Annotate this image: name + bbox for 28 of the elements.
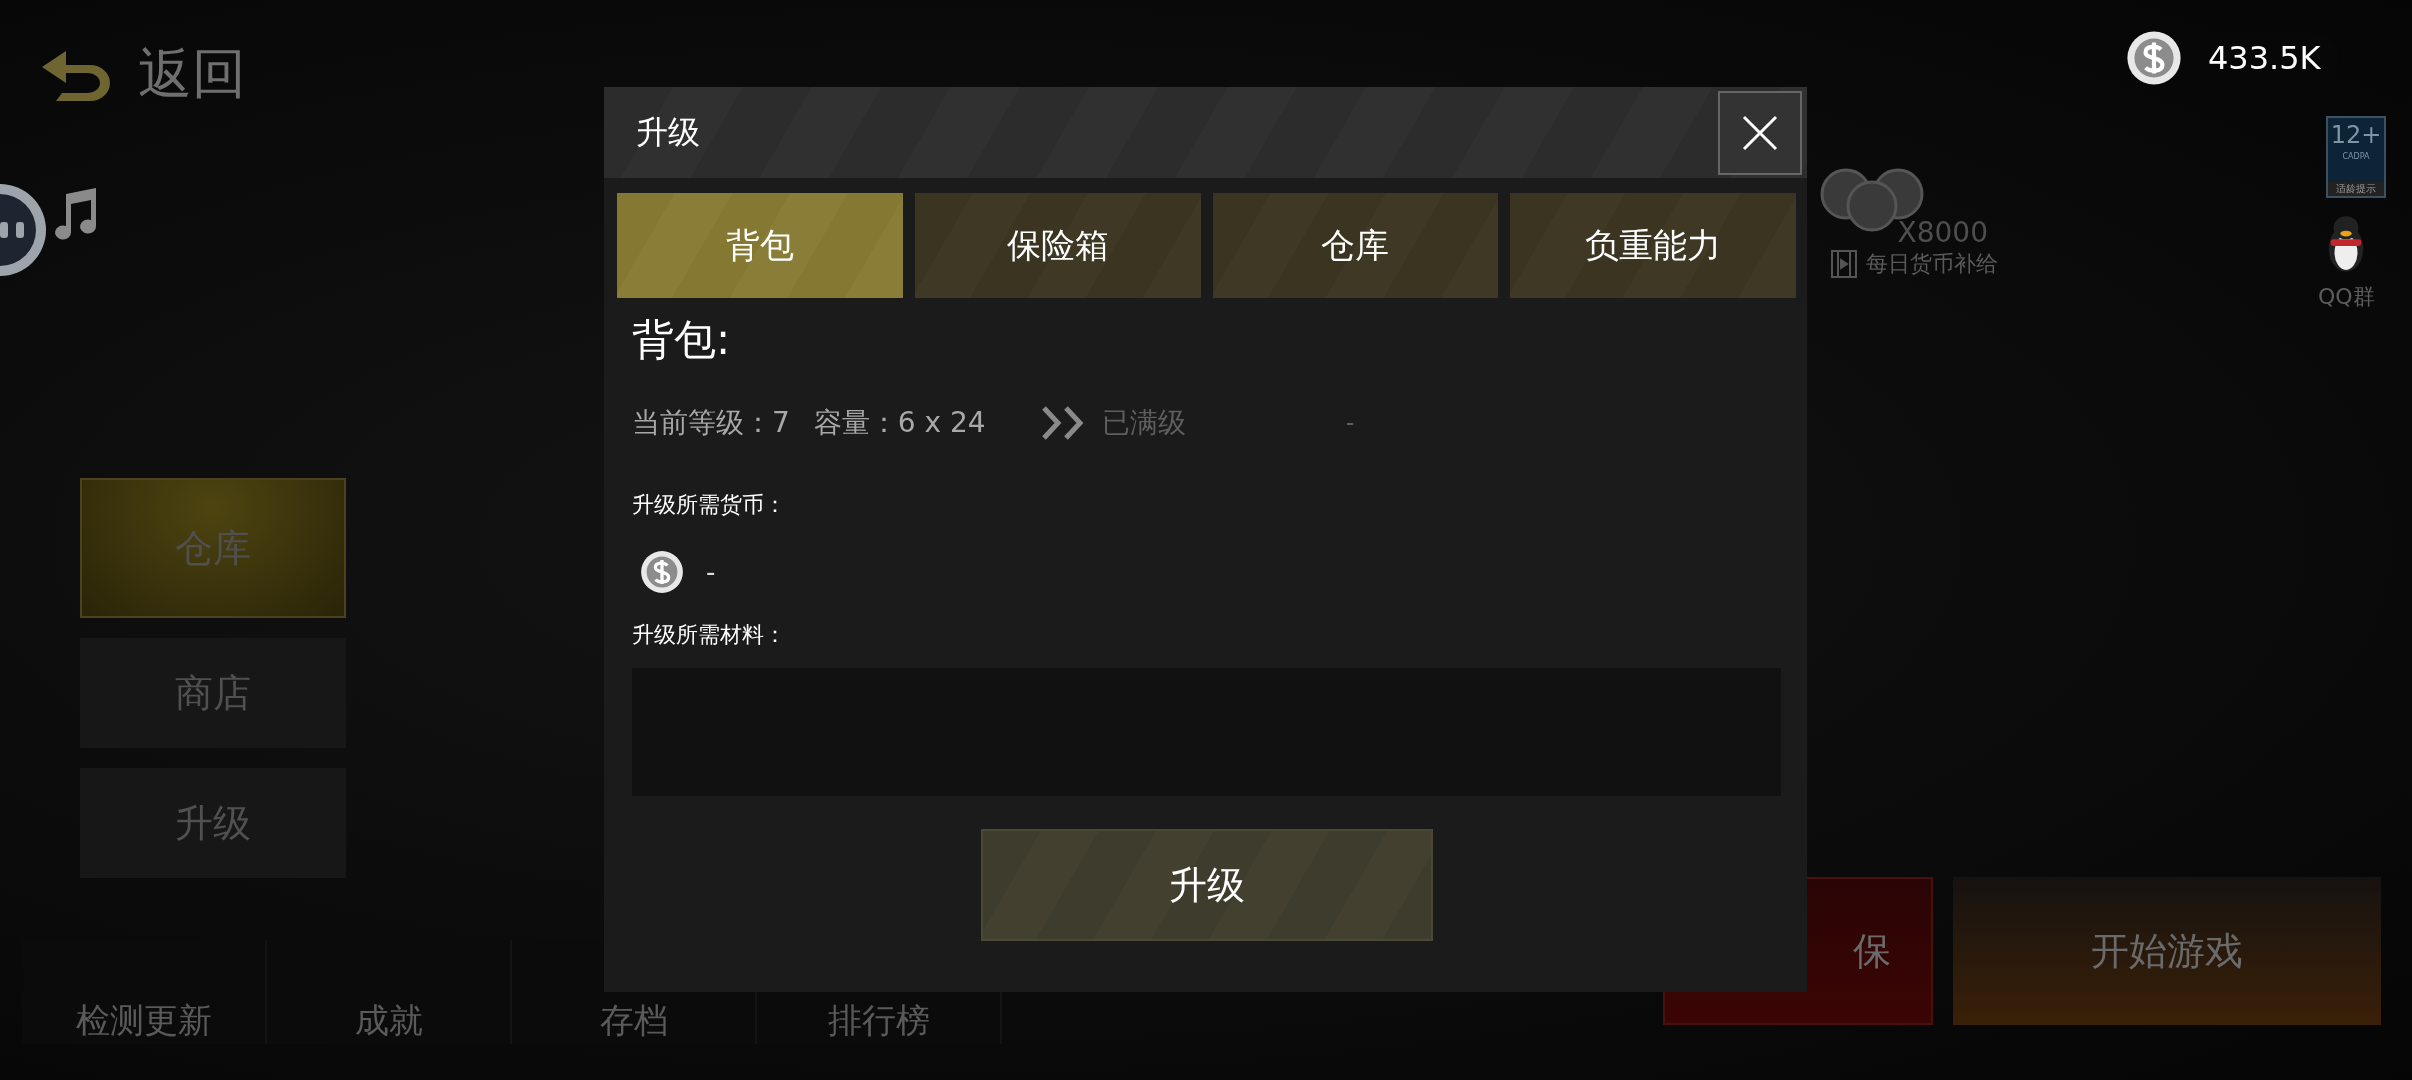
next-capacity-value: - <box>1345 409 1355 437</box>
section-heading: 背包: <box>632 314 732 366</box>
age-rating-badge[interactable]: 12+ CADPA 适龄提示 <box>2326 116 2386 198</box>
side-menu-item[interactable]: 商店 <box>80 638 346 748</box>
currency-cost-value: - <box>706 557 716 587</box>
bottom-menu-item[interactable]: 成就 <box>267 940 512 1044</box>
dialog-title: 升级 <box>636 111 700 153</box>
close-button[interactable] <box>1718 90 1802 175</box>
max-level-text: 已满级 <box>1101 405 1186 441</box>
start-game-button[interactable]: 开始游戏 <box>1953 877 2381 1025</box>
dialog-tab[interactable]: 保险箱 <box>914 193 1201 298</box>
qq-group-label[interactable]: QQ群 <box>2318 282 2375 312</box>
upgrade-button[interactable]: 升级 <box>980 829 1433 941</box>
coin-icon <box>640 550 684 594</box>
back-label[interactable]: 返回 <box>138 38 246 111</box>
currency-cost-label: 升级所需货币： <box>632 491 787 519</box>
level-text: 当前等级：7 <box>632 405 790 441</box>
dialog-tab[interactable]: 背包 <box>617 193 903 298</box>
bottom-menu-item[interactable]: 检测更新 <box>22 940 267 1044</box>
side-menu-item[interactable]: 升级 <box>80 768 346 878</box>
daily-reward-label[interactable]: 每日货币补给 <box>1866 249 1998 279</box>
dialog-tab[interactable]: 仓库 <box>1212 193 1499 298</box>
reward-amount: X8000 <box>1897 216 1988 249</box>
dialog-tab[interactable]: 负重能力 <box>1510 193 1796 298</box>
video-icon[interactable] <box>1830 249 1858 279</box>
coin-icon <box>2126 30 2182 86</box>
capacity-text: 容量：6 x 24 <box>813 405 986 441</box>
materials-label: 升级所需材料： <box>632 621 787 649</box>
